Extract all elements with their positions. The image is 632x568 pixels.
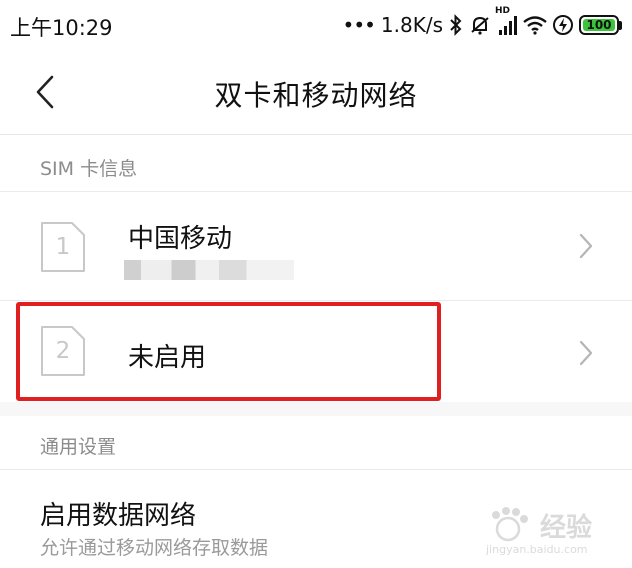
page-title: 双卡和移动网络 (214, 79, 418, 112)
battery-tip (619, 20, 622, 30)
battery-icon: 100 (579, 15, 622, 35)
network-speed: 1.8K/s (380, 13, 443, 37)
dots-icon: ••• (342, 13, 376, 37)
general-section-header: 通用设置 (40, 436, 117, 458)
sim-card-row-2[interactable]: 2 未启用 (0, 301, 632, 409)
sim-card-icon: 1 (39, 220, 87, 274)
setting-title: 启用数据网络 (40, 501, 197, 531)
chevron-right-icon (578, 339, 594, 367)
title-bar: 双卡和移动网络 (0, 50, 632, 134)
status-time: 上午10:29 (10, 16, 113, 40)
sim-phone-number-redacted (124, 260, 294, 280)
charging-icon (553, 14, 573, 36)
sim-carrier-name: 未启用 (128, 343, 207, 373)
title-divider (0, 134, 632, 135)
signal-icon: HD (495, 6, 517, 36)
mute-icon (469, 14, 491, 36)
section-gap (0, 402, 632, 416)
bluetooth-icon (449, 14, 463, 36)
status-bar: 上午10:29 ••• 1.8K/s HD 100 (0, 0, 632, 50)
battery-body: 100 (579, 15, 619, 35)
sim-card-icon: 2 (39, 324, 87, 378)
sim-slot-number: 2 (55, 338, 71, 364)
sim-slot-number: 1 (55, 234, 71, 260)
status-icons: ••• 1.8K/s HD 100 (342, 6, 622, 38)
battery-level: 100 (586, 18, 612, 32)
wifi-icon (523, 15, 547, 35)
chevron-right-icon (578, 232, 594, 260)
signal-hd-label: HD (495, 6, 511, 16)
sim-section-header: SIM 卡信息 (40, 158, 138, 180)
sim-card-row-1[interactable]: 1 中国移动 (0, 192, 632, 300)
sim-carrier-name: 中国移动 (128, 224, 233, 254)
setting-subtitle: 允许通过移动网络存取数据 (40, 537, 269, 559)
